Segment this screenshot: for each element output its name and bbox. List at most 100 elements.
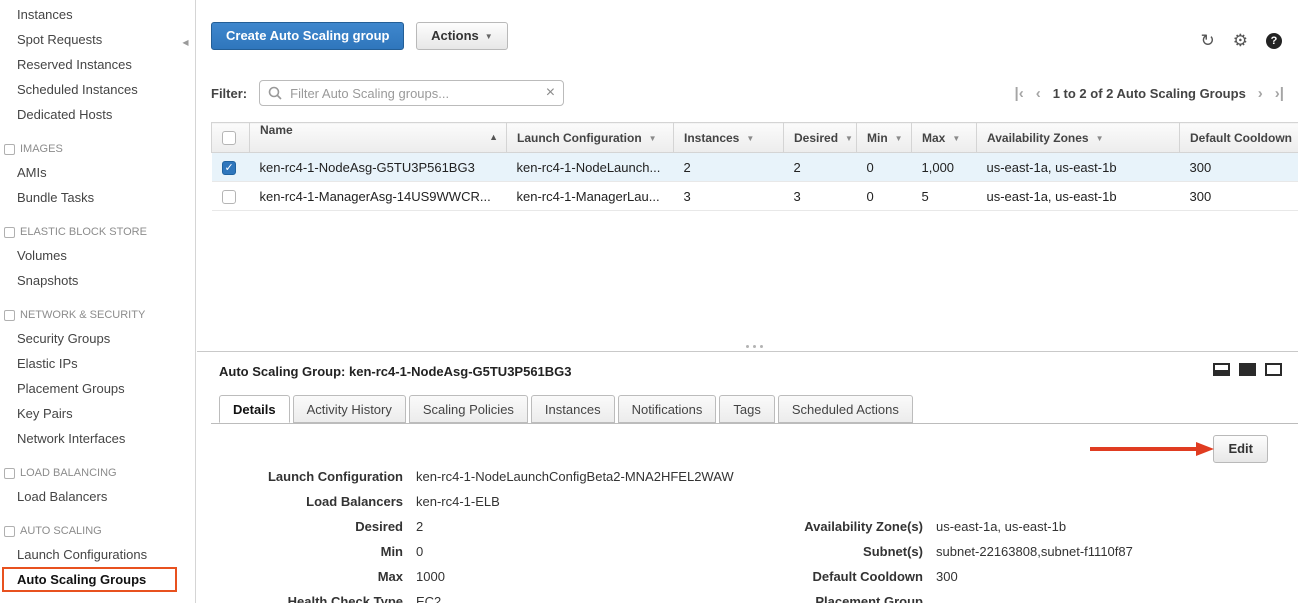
search-box: × — [259, 80, 564, 106]
sidebar-item[interactable]: Reserved Instances — [0, 52, 195, 77]
column-header-min[interactable]: Min▼ — [857, 123, 912, 153]
detail-field: Load Balancers ken-rc4-1-ELB — [213, 489, 758, 514]
column-header-desired[interactable]: Desired▼ — [784, 123, 857, 153]
table-header-row: Name ▲ Launch Configuration▼ Instances▼ … — [212, 123, 1298, 153]
detail-field-value: ken-rc4-1-ELB — [416, 489, 500, 514]
column-header-name[interactable]: Name ▲ — [250, 123, 507, 153]
sidebar-item[interactable]: Launch Configurations — [0, 542, 195, 567]
tab[interactable]: Scheduled Actions — [778, 395, 913, 423]
last-page-icon[interactable]: ›| — [1275, 86, 1284, 101]
actions-button[interactable]: Actions▼ — [416, 22, 508, 50]
detail-field: Desired 2 — [213, 514, 758, 539]
detail-field-label: Availability Zone(s) — [757, 514, 923, 539]
section-collapse-icon[interactable] — [4, 144, 15, 155]
section-collapse-icon[interactable] — [4, 526, 15, 537]
sidebar-item[interactable]: Bundle Tasks — [0, 185, 195, 210]
next-page-icon[interactable]: › — [1258, 86, 1263, 101]
layout-hidden-pane-icon[interactable] — [1265, 363, 1282, 376]
refresh-icon[interactable]: ↻ — [1201, 32, 1215, 49]
pane-resize-handle[interactable] — [746, 345, 763, 348]
help-icon[interactable]: ? — [1266, 33, 1282, 49]
detail-field-value: ken-rc4-1-NodeLaunchConfigBeta2-MNA2HFEL… — [416, 464, 734, 489]
sidebar-item[interactable]: Spot Requests — [0, 27, 195, 52]
row-checkbox-cell[interactable] — [212, 153, 250, 182]
section-collapse-icon[interactable] — [4, 310, 15, 321]
upper-pane: Create Auto Scaling group Actions▼ ↻ ⚙ ?… — [197, 0, 1298, 352]
sidebar-item[interactable]: Auto Scaling Groups — [2, 567, 177, 592]
cell-default-cooldown: 300 — [1180, 182, 1298, 211]
tab[interactable]: Activity History — [293, 395, 406, 423]
tab-label: Tags — [733, 402, 760, 417]
cell-min: 0 — [857, 153, 912, 182]
sidebar-item[interactable]: AMIs — [0, 160, 195, 185]
sidebar-collapse-icon[interactable]: ◀ — [179, 30, 192, 56]
column-header-availability-zones[interactable]: Availability Zones▼ — [977, 123, 1180, 153]
tab[interactable]: Notifications — [618, 395, 717, 423]
sidebar-item[interactable]: IMAGES — [0, 138, 195, 160]
sidebar-item[interactable]: Dedicated Hosts — [0, 102, 195, 127]
sidebar-nav: Instances Spot Requests Reserved Instanc… — [0, 2, 195, 592]
tab[interactable]: Scaling Policies — [409, 395, 528, 423]
search-icon — [268, 86, 282, 100]
first-page-icon[interactable]: |‹ — [1015, 86, 1024, 101]
table-row[interactable]: ken-rc4-1-NodeAsg-G5TU3P561BG3 ken-rc4-1… — [212, 153, 1298, 182]
chevron-down-icon: ▼ — [485, 32, 493, 41]
sidebar-item[interactable]: LOAD BALANCING — [0, 462, 195, 484]
select-all-checkbox[interactable] — [222, 131, 236, 145]
filter-input[interactable] — [259, 80, 564, 106]
gear-icon[interactable]: ⚙ — [1233, 32, 1248, 49]
detail-field-label: Max — [213, 564, 403, 589]
create-auto-scaling-group-button[interactable]: Create Auto Scaling group — [211, 22, 404, 50]
sidebar-item[interactable]: Scheduled Instances — [0, 77, 195, 102]
sidebar-item-label: Volumes — [17, 248, 67, 263]
layout-maximized-pane-icon[interactable] — [1239, 363, 1256, 376]
tab[interactable]: Tags — [719, 395, 774, 423]
sidebar-item-label: Instances — [17, 7, 73, 22]
column-header-max[interactable]: Max▼ — [912, 123, 977, 153]
sidebar-item[interactable]: AUTO SCALING — [0, 520, 195, 542]
sidebar-item[interactable]: Security Groups — [0, 326, 195, 351]
sidebar-item[interactable]: Instances — [0, 2, 195, 27]
sidebar-item[interactable]: ELASTIC BLOCK STORE — [0, 221, 195, 243]
tab[interactable]: Instances — [531, 395, 615, 423]
table-row[interactable]: ken-rc4-1-ManagerAsg-14US9WWCR... ken-rc… — [212, 182, 1298, 211]
layout-bottom-pane-icon[interactable] — [1213, 363, 1230, 376]
sidebar-item[interactable]: Volumes — [0, 243, 195, 268]
filter-caret-icon: ▼ — [746, 134, 754, 143]
details-title: Auto Scaling Group: ken-rc4-1-NodeAsg-G5… — [219, 364, 1298, 379]
detail-field: Launch Configuration ken-rc4-1-NodeLaunc… — [213, 464, 758, 489]
sidebar-item[interactable]: Key Pairs — [0, 401, 195, 426]
sidebar-item[interactable]: Elastic IPs — [0, 351, 195, 376]
cell-availability-zones: us-east-1a, us-east-1b — [977, 182, 1180, 211]
row-checkbox-cell[interactable] — [212, 182, 250, 211]
details-fields-left: Launch Configuration ken-rc4-1-NodeLaunc… — [213, 464, 758, 603]
filter-label: Filter: — [211, 86, 247, 101]
row-checkbox[interactable] — [222, 190, 236, 204]
tab[interactable]: Details — [219, 395, 290, 423]
sidebar-item[interactable]: Network Interfaces — [0, 426, 195, 451]
cell-instances: 3 — [674, 182, 784, 211]
select-all-checkbox-cell[interactable] — [212, 123, 250, 153]
column-header-default-cooldown[interactable]: Default Cooldown — [1180, 123, 1298, 153]
detail-field-value: 0 — [416, 539, 423, 564]
row-checkbox[interactable] — [222, 161, 236, 175]
details-fields-right: Availability Zone(s) us-east-1a, us-east… — [757, 514, 1133, 603]
cell-name: ken-rc4-1-ManagerAsg-14US9WWCR... — [250, 182, 507, 211]
column-header-instances[interactable]: Instances▼ — [674, 123, 784, 153]
sidebar-item[interactable]: Snapshots — [0, 268, 195, 293]
column-header-launch-configuration[interactable]: Launch Configuration▼ — [507, 123, 674, 153]
sidebar-item-label: Network Interfaces — [17, 431, 125, 446]
sidebar-item[interactable]: Placement Groups — [0, 376, 195, 401]
edit-button[interactable]: Edit — [1213, 435, 1268, 463]
cell-launch-configuration: ken-rc4-1-ManagerLau... — [507, 182, 674, 211]
sidebar-item[interactable]: Load Balancers — [0, 484, 195, 509]
filter-row: Filter: × |‹ ‹ 1 to 2 of 2 Auto Scaling … — [211, 80, 1284, 106]
sidebar-item-label: Placement Groups — [17, 381, 125, 396]
filter-caret-icon: ▼ — [1096, 134, 1104, 143]
sidebar-item[interactable]: NETWORK & SECURITY — [0, 304, 195, 326]
section-collapse-icon[interactable] — [4, 227, 15, 238]
previous-page-icon[interactable]: ‹ — [1036, 86, 1041, 101]
clear-filter-icon[interactable]: × — [546, 84, 555, 102]
section-collapse-icon[interactable] — [4, 468, 15, 479]
tab-label: Activity History — [307, 402, 392, 417]
